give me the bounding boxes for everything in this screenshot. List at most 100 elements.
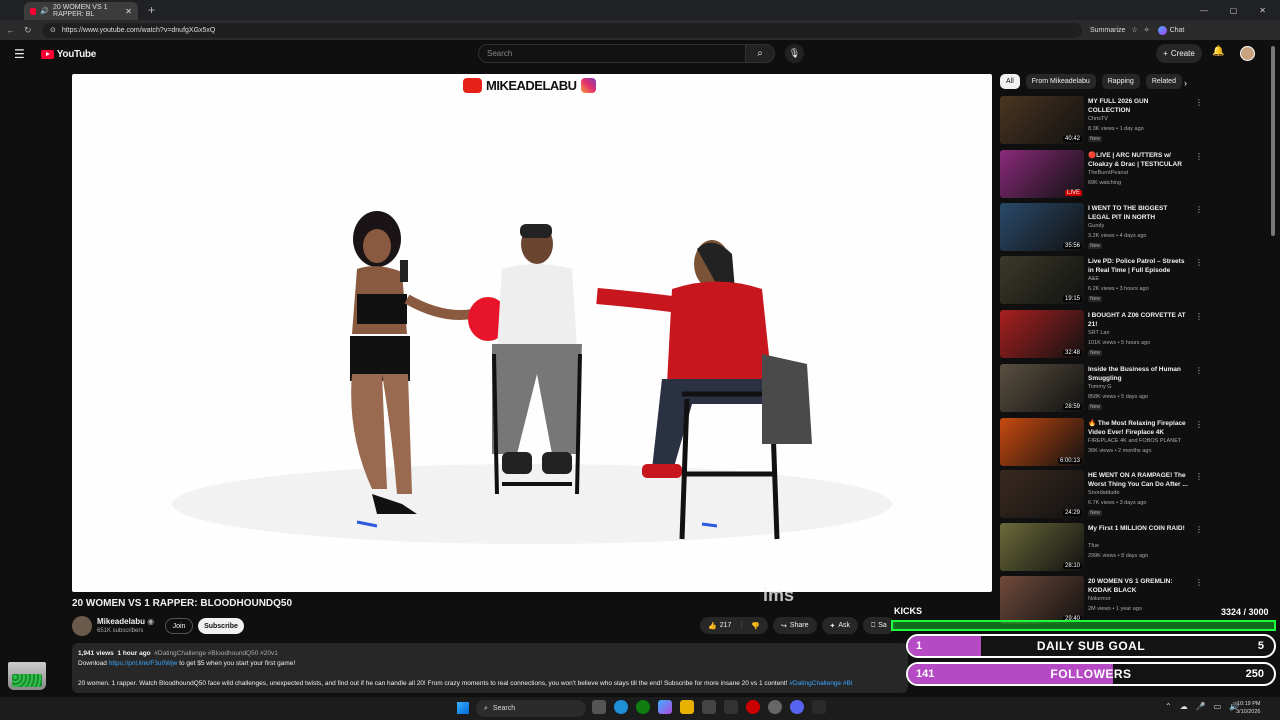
taskbar-search[interactable]: ⌕ Search [476,700,586,717]
sub-goal-max: 5 [1257,640,1264,652]
recommendation-item[interactable]: 28:10 My First 1 MILLION COIN RAID! Tfue 29… [1000,523,1203,575]
cloud-icon[interactable]: ☁ [1180,702,1188,711]
task-view-icon[interactable] [592,700,606,714]
back-icon[interactable]: ← [6,25,16,35]
extensions-icon[interactable]: ✧ [1144,26,1150,34]
subscribe-button[interactable]: Subscribe [198,618,244,634]
channel-name[interactable]: Mikeadelabu ◉ [97,617,154,626]
more-options-icon[interactable]: ⋮ [1195,312,1203,321]
more-options-icon[interactable]: ⋮ [1195,420,1203,429]
speaker-icon[interactable]: 🔊 [40,7,49,15]
site-info-icon[interactable]: ⊙ [50,26,56,34]
browser-tab[interactable]: 🔊 20 WOMEN VS 1 RAPPER: BL ✕ [24,2,138,20]
page-scrollbar[interactable] [1271,46,1275,236]
recommendation-thumbnail[interactable]: 24:29 [1000,470,1084,518]
recommendation-item[interactable]: 24:29 HE WENT ON A RAMPAGE! The Worst Thi… [1000,470,1203,522]
video-title: 20 WOMEN VS 1 RAPPER: BLOODHOUNDQ50 [72,598,293,609]
more-options-icon[interactable]: ⋮ [1195,578,1203,587]
video-duration: 28:10 [1062,563,1082,569]
youtube-logo[interactable]: YouTube [40,49,96,60]
recommendation-item[interactable]: 40:42 MY FULL 2026 GUN COLLECTION ChrisTV 8… [1000,96,1203,148]
recommendation-thumbnail[interactable]: 32:48 [1000,310,1084,358]
search-button[interactable]: ⌕ [745,44,775,63]
close-tab-icon[interactable]: ✕ [125,7,132,16]
recommendation-thumbnail[interactable]: 6:00:13 [1000,418,1084,466]
chip-from-channel[interactable]: From Mikeadelabu [1025,74,1096,89]
like-button[interactable]: 👍 217 | 👎 [700,617,768,634]
more-options-icon[interactable]: ⋮ [1195,98,1203,107]
chat-button[interactable]: Chat [1157,25,1184,35]
discord-icon[interactable] [790,700,804,714]
xbox-icon[interactable] [636,700,650,714]
more-options-icon[interactable]: ⋮ [1195,366,1203,375]
chevron-right-icon[interactable]: › [1184,78,1187,88]
bookmark-star-icon[interactable]: ☆ [1131,26,1137,34]
recommendation-thumbnail[interactable]: 29:40 [1000,576,1084,624]
followers-label: FOLLOWERS [1050,667,1132,681]
recommendation-item[interactable]: 28:59 Inside the Business of Human Smuggl… [1000,364,1203,416]
chip-related[interactable]: Related [1145,74,1182,89]
video-frame [172,211,892,544]
join-button[interactable]: Join [165,618,193,634]
video-player[interactable]: MIKEADELABU [72,74,992,592]
summarize-button[interactable]: Summarize ☆ ✧ [1090,26,1150,35]
more-options-icon[interactable]: ⋮ [1195,525,1203,534]
chip-all[interactable]: All [1000,74,1020,89]
more-options-icon[interactable]: ⋮ [1195,472,1203,481]
notifications-bell-icon[interactable]: 🔔 [1212,46,1224,57]
file-explorer-icon[interactable] [680,700,694,714]
minimize-button[interactable]: — [1200,6,1208,15]
recommendation-thumbnail[interactable]: LIVE [1000,150,1084,198]
create-button[interactable]: + Create [1156,44,1202,63]
more-options-icon[interactable]: ⋮ [1195,205,1203,214]
recommendation-item[interactable]: LIVE 🔴LIVE | ARC NUTTERS w/ Cloakzy & Dra… [1000,150,1203,202]
search-input[interactable]: Search [478,44,746,63]
recommendation-title: 🔥 The Most Relaxing Fireplace Video Ever… [1088,420,1186,436]
account-avatar[interactable] [1240,46,1255,61]
recommendation-item[interactable]: 6:00:13 🔥 The Most Relaxing Fireplace Vid… [1000,418,1203,470]
close-window-button[interactable]: ✕ [1259,6,1266,15]
mic-tray-icon[interactable]: 🎤 [1196,702,1206,711]
thumbs-up-icon: 👍 [708,622,717,630]
recommendation-thumbnail[interactable]: 28:59 [1000,364,1084,412]
channel-avatar[interactable] [72,616,92,636]
recycle-bin-icon[interactable] [4,662,48,690]
reload-icon[interactable]: ↻ [24,25,34,36]
network-icon[interactable]: ▭ [1214,702,1222,711]
video-description[interactable]: 1,941 views 1 hour ago #DatingChallenge … [72,643,908,693]
recommendation-meta: 2M views • 1 year ago [1088,606,1142,612]
recommendation-thumbnail[interactable]: 40:42 [1000,96,1084,144]
recommendation-meta: 6.2K views • 3 hours ago [1088,286,1149,292]
more-options-icon[interactable]: ⋮ [1195,258,1203,267]
chip-rapping[interactable]: Rapping [1101,74,1140,89]
pen-icon[interactable] [812,700,826,714]
menu-icon[interactable]: ☰ [14,47,25,61]
maximize-button[interactable]: ▢ [1230,6,1238,15]
copilot-app-icon[interactable] [658,700,672,714]
store-icon[interactable] [702,700,716,714]
recommendation-thumbnail[interactable]: 35:56 [1000,203,1084,251]
thumbs-down-icon[interactable]: 👎 [751,622,760,630]
chevron-up-icon[interactable]: ⌃ [1165,702,1172,711]
recommendation-item[interactable]: 35:56 I WENT TO THE BIGGEST LEGAL PIT IN … [1000,203,1203,255]
windows-start-icon[interactable] [457,702,469,714]
recommendation-thumbnail[interactable]: 19:15 [1000,256,1084,304]
ask-button[interactable]: ✦ Ask [821,617,859,634]
settings-icon[interactable] [768,700,782,714]
recommendation-item[interactable]: 32:48 I BOUGHT A Z06 CORVETTE AT 21! SRT L… [1000,310,1203,362]
recommendation-item[interactable]: 19:15 Live PD: Police Patrol – Streets in… [1000,256,1203,308]
app-icon[interactable] [724,700,738,714]
view-count: 1,941 views [78,650,114,657]
description-hashtags[interactable]: #DatingChallenge #BloodhoundQ50 #20v1 [154,650,278,657]
voice-search-button[interactable]: 🎙 [785,44,804,63]
recommendation-thumbnail[interactable]: 28:10 [1000,523,1084,571]
new-tab-button[interactable]: + [148,3,155,17]
description-hashtag[interactable]: #DatingChallenge #Bl [789,680,852,687]
taskbar-clock[interactable]: 10:19 PM 3/10/2026 [1236,700,1260,716]
url-field[interactable]: ⊙ https://www.youtube.com/watch?v=dnufgX… [42,22,1082,38]
youtube-app-icon[interactable] [746,700,760,714]
edge-icon[interactable] [614,700,628,714]
description-link[interactable]: https://pnl.link/F3u0Wjw [109,660,178,667]
share-button[interactable]: ↪ Share [772,617,817,634]
more-options-icon[interactable]: ⋮ [1195,152,1203,161]
